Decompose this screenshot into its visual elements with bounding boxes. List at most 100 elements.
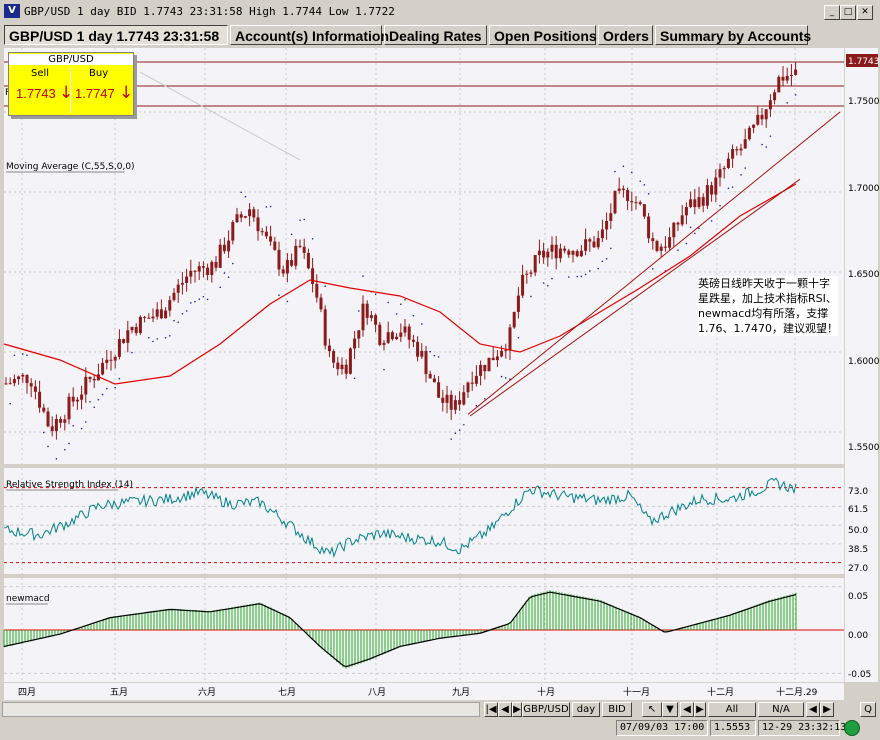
tab-orders[interactable]: Orders xyxy=(598,25,653,45)
sar-dot xyxy=(677,249,679,251)
price-bar-body xyxy=(71,396,75,402)
sar-dot xyxy=(358,310,360,312)
sar-dot xyxy=(223,272,226,274)
sell-price[interactable]: 1.7743 xyxy=(16,86,56,101)
price-bar-body xyxy=(159,309,163,319)
price-bar-body xyxy=(21,374,25,377)
price-bar-body xyxy=(789,74,793,76)
sar-dot xyxy=(794,94,797,96)
period-button[interactable]: day xyxy=(572,702,600,717)
macd-tick: 0.05 xyxy=(848,592,868,602)
price-bar-body xyxy=(508,327,512,351)
minimize-button[interactable]: _ xyxy=(824,5,840,20)
rsi-tick: 27.0 xyxy=(848,564,868,574)
scroll-next-button[interactable]: ▶ xyxy=(512,702,522,717)
price-bar-body xyxy=(479,364,483,376)
quote-box[interactable]: GBP/USD Sell Buy 1.7743 ↓ 1.7747 ↓ xyxy=(8,52,134,116)
rsi-tick: 73.0 xyxy=(848,487,868,497)
q-button[interactable]: Q xyxy=(860,702,876,717)
price-bar-body xyxy=(596,238,600,248)
ma-label: Moving Average (C,55,S,0,0) xyxy=(6,162,135,172)
sar-dot xyxy=(93,406,95,409)
price-bar-body xyxy=(437,382,441,398)
price-bar-body xyxy=(621,188,625,191)
price-bar-body xyxy=(80,394,84,400)
tab-summary-by-accounts[interactable]: Summary by Accounts xyxy=(655,25,811,45)
price-bar-body xyxy=(504,350,508,352)
buy-price[interactable]: 1.7747 xyxy=(75,86,115,101)
sar-dot xyxy=(89,400,91,403)
sar-dot xyxy=(219,286,221,289)
symbol-button[interactable]: GBP/USD xyxy=(522,702,570,717)
price-bar-body xyxy=(176,284,180,293)
price-bar-body xyxy=(327,345,331,352)
month-label: 七月 xyxy=(278,687,296,698)
scroll-first-button[interactable]: |◀ xyxy=(484,702,498,717)
scroll-prev-button[interactable]: ◀ xyxy=(498,702,512,717)
sar-dot xyxy=(26,354,28,356)
price-bar-body xyxy=(668,237,672,248)
sar-dot xyxy=(85,421,87,423)
sar-dot xyxy=(185,310,188,312)
price-bar-body xyxy=(546,251,550,258)
sar-dot xyxy=(265,206,268,208)
price-bar-body xyxy=(311,268,315,284)
tool-dropdown-icon[interactable]: ▼ xyxy=(662,702,678,717)
price-bar-body xyxy=(243,216,247,218)
price-bar-body xyxy=(369,315,373,318)
price-bar-body xyxy=(340,364,344,370)
price-bar-body xyxy=(752,124,756,128)
close-button[interactable]: ✕ xyxy=(857,5,873,20)
price-bar-body xyxy=(390,332,394,340)
sar-dot xyxy=(710,220,713,222)
price-bar-body xyxy=(768,100,772,110)
price-bar-body xyxy=(760,114,764,120)
sar-dot xyxy=(547,285,549,287)
price-bar-body xyxy=(764,109,768,120)
price-bar-body xyxy=(189,270,193,277)
tab-account-information[interactable]: Account(s) Information xyxy=(230,25,389,45)
price-bar-body xyxy=(29,383,33,387)
horizontal-scrollbar[interactable] xyxy=(2,702,480,717)
tab-dealing-rates[interactable]: Dealing Rates xyxy=(384,25,487,45)
price-bar-body xyxy=(222,244,226,252)
price-bar-body xyxy=(206,267,210,275)
price-bar-body xyxy=(294,245,298,266)
price-bar-body xyxy=(172,292,176,301)
price-bar-body xyxy=(4,383,8,385)
all-button[interactable]: All xyxy=(708,702,756,717)
price-bar-body xyxy=(302,246,306,253)
side-button[interactable]: BID xyxy=(602,702,632,717)
scroll-left-icon[interactable]: ◀ xyxy=(680,702,694,717)
price-bar-body xyxy=(592,241,596,248)
scroll-right-icon[interactable]: ▶ xyxy=(694,702,706,717)
tab-open-positions[interactable]: Open Positions xyxy=(489,25,597,45)
zoom-out-button[interactable]: ◀ xyxy=(806,702,820,717)
sar-dot xyxy=(290,233,293,236)
price-chart[interactable]: 1.7500 1.7000 1.6500 1.6000 1.5500 1.774… xyxy=(0,46,880,700)
sar-dot xyxy=(484,397,486,400)
cursor-tool-icon[interactable]: ↖ xyxy=(642,702,662,717)
price-bar-body xyxy=(672,222,676,238)
price-bar-body xyxy=(794,69,798,75)
price-tick: 1.6500 xyxy=(848,270,880,280)
zoom-in-button[interactable]: ▶ xyxy=(820,702,834,717)
na-button[interactable]: N/A xyxy=(758,702,804,717)
price-bar-body xyxy=(516,295,520,312)
status-clock: 12-29 23:32:13 xyxy=(758,720,846,736)
price-bar-body xyxy=(306,252,310,269)
sar-dot xyxy=(761,143,763,146)
chart-area[interactable]: 1.7500 1.7000 1.6500 1.6000 1.5500 1.774… xyxy=(0,46,880,700)
sar-dot xyxy=(463,423,465,426)
current-price-label: 1.7743 xyxy=(848,57,880,67)
price-bar-body xyxy=(584,239,588,251)
price-bar-body xyxy=(756,114,760,125)
price-bar-body xyxy=(537,250,541,256)
tab-chart[interactable]: GBP/USD 1 day 1.7743 23:31:58 xyxy=(4,25,228,45)
price-bar-body xyxy=(773,92,777,101)
sar-dot xyxy=(395,313,398,315)
macd-tick: 0.00 xyxy=(848,631,868,641)
sar-dot xyxy=(622,165,625,168)
sar-dot xyxy=(114,386,116,389)
maximize-button[interactable]: □ xyxy=(840,5,856,20)
